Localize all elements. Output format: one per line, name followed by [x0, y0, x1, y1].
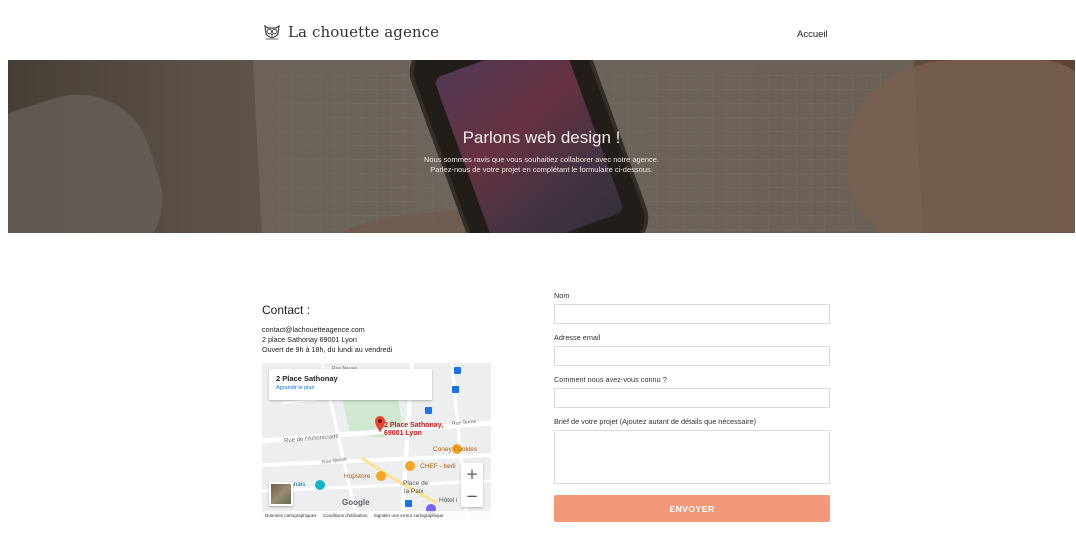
- map-data-link[interactable]: Données cartographiques: [265, 513, 317, 518]
- contact-address: 2 place Sathonay 69001 Lyon: [262, 335, 357, 344]
- hero-subtitle-line-2: Parlez-nous de votre projet en complétan…: [430, 165, 653, 174]
- map-info-card: 2 Place Sathonay Agrandir le plan: [269, 369, 432, 400]
- map-footer: Données cartographiques Conditions d'uti…: [262, 511, 491, 520]
- map-poi-label[interactable]: Hôtel i: [439, 497, 457, 504]
- contact-title: Contact :: [262, 303, 311, 317]
- map-zoom-control: + −: [461, 463, 483, 507]
- hero-title: Parlons web design !: [462, 128, 621, 147]
- map-marker-line-1: 2 Place Sathonay,: [384, 422, 444, 429]
- google-logo: Google: [342, 498, 370, 507]
- hero-banner: Parlons web design ! Nous sommes ravis q…: [8, 60, 1075, 233]
- site-header: La chouette agence Accueil: [0, 0, 1076, 60]
- source-input[interactable]: [554, 388, 830, 408]
- map-report-link[interactable]: Signaler une erreur cartographique: [374, 513, 444, 518]
- email-input[interactable]: [554, 346, 830, 366]
- name-label: Nom: [554, 291, 570, 300]
- owl-logo-icon: [264, 24, 280, 40]
- brief-label: Brief de votre projet (Ajoutez autant de…: [554, 417, 756, 426]
- map-satellite-toggle[interactable]: [269, 482, 293, 506]
- map-marker-label: 2 Place Sathonay, 69001 Lyon: [384, 422, 443, 438]
- map-poi-label[interactable]: Hopstore: [344, 473, 370, 480]
- brief-textarea[interactable]: [554, 430, 830, 484]
- contact-info: contact@lachouetteagence.com 2 place Sat…: [262, 325, 392, 355]
- nav-link-accueil[interactable]: Accueil: [797, 29, 828, 40]
- hero-subtitle-line-1: Nous sommes ravis que vous souhaitiez co…: [423, 155, 660, 164]
- map-place-title: 2 Place Sathonay: [276, 374, 338, 383]
- map-marker-line-2: 69001 Lyon: [384, 430, 422, 437]
- contact-email: contact@lachouetteagence.com: [262, 325, 365, 334]
- email-label: Adresse email: [554, 333, 601, 342]
- map-enlarge-link[interactable]: Agrandir le plan: [276, 385, 432, 391]
- zoom-in-button[interactable]: +: [461, 463, 483, 485]
- map-poi-label[interactable]: la Paix: [404, 488, 424, 495]
- map-poi-label[interactable]: CHEF - berli: [420, 463, 456, 470]
- source-label: Comment nous avez-vous connu ?: [554, 375, 667, 384]
- zoom-out-button[interactable]: −: [461, 485, 483, 507]
- map-poi-label[interactable]: Place de: [403, 480, 428, 487]
- logo-text: La chouette agence: [288, 23, 440, 41]
- name-input[interactable]: [554, 304, 830, 324]
- logo[interactable]: La chouette agence: [262, 22, 439, 42]
- map-poi-label[interactable]: Coney Cookies: [433, 446, 477, 453]
- submit-button[interactable]: ENVOYER: [554, 495, 830, 522]
- contact-hours: Ouvert de 9h à 18h, du lundi au vendredi: [262, 345, 393, 354]
- embedded-map[interactable]: Rue Neuve Rue de l'Amoniciade Rue Neuve …: [262, 363, 491, 520]
- hero-subtitle: Nous sommes ravis que vous souhaitiez co…: [8, 155, 1075, 175]
- map-terms-link[interactable]: Conditions d'utilisation: [323, 513, 368, 518]
